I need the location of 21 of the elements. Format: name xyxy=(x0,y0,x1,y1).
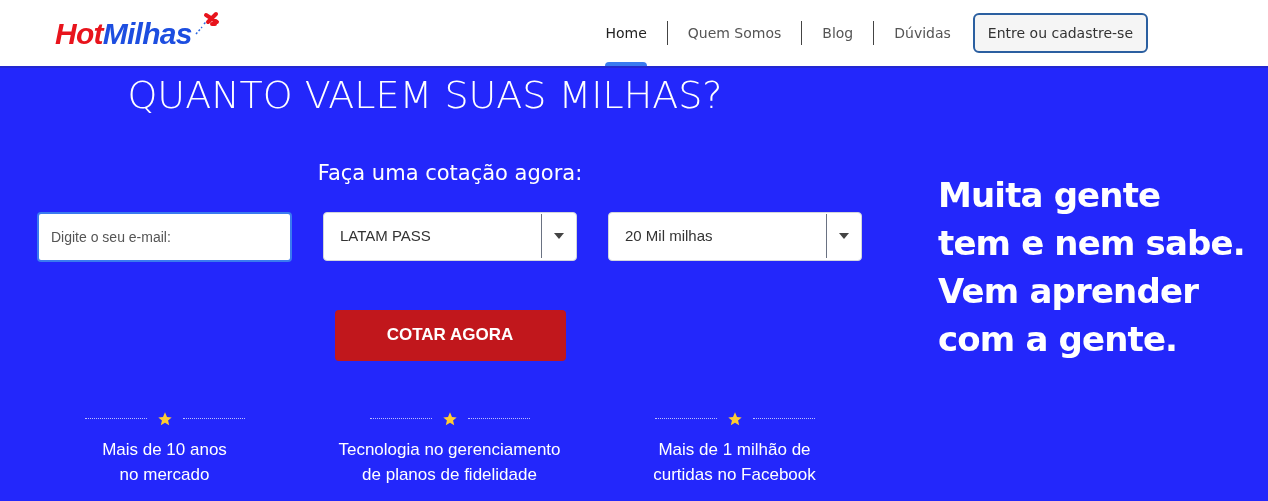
caret-icon xyxy=(554,233,564,239)
star-icon xyxy=(156,410,173,427)
caret-icon xyxy=(839,233,849,239)
feature-text: Mais de 10 anos no mercado xyxy=(102,438,227,486)
star-icon xyxy=(726,410,743,427)
feature-text: Mais de 1 milhão de curtidas no Facebook xyxy=(653,438,816,486)
logo[interactable]: HotMilhas xyxy=(55,10,220,56)
slogan: Muita gente tem e nem sabe. Vem aprender com a gente. xyxy=(938,174,1245,361)
headline: QUANTO VALEM SUAS MILHAS? xyxy=(127,72,723,119)
nav-link[interactable]: Quem Somos xyxy=(667,0,802,66)
nav-link[interactable]: Dúvidas xyxy=(874,0,971,66)
dropdown[interactable]: 20 Mil milhas xyxy=(608,211,862,261)
email-field[interactable]: Digite o seu e-mail: xyxy=(37,211,292,262)
submit-button[interactable]: COTAR AGORA xyxy=(334,309,566,361)
feature-text: Tecnologia no gerenciamento de planos de fidelidade xyxy=(338,438,561,486)
nav-link[interactable]: Home xyxy=(585,0,667,66)
dropdown[interactable]: LATAM PASS xyxy=(323,211,577,261)
form-title: Faça uma cotação agora: xyxy=(317,160,583,187)
star-icon xyxy=(441,410,458,427)
nav-link[interactable]: Blog xyxy=(802,0,874,66)
login-button[interactable]: Entre ou cadastre-se xyxy=(972,13,1148,53)
